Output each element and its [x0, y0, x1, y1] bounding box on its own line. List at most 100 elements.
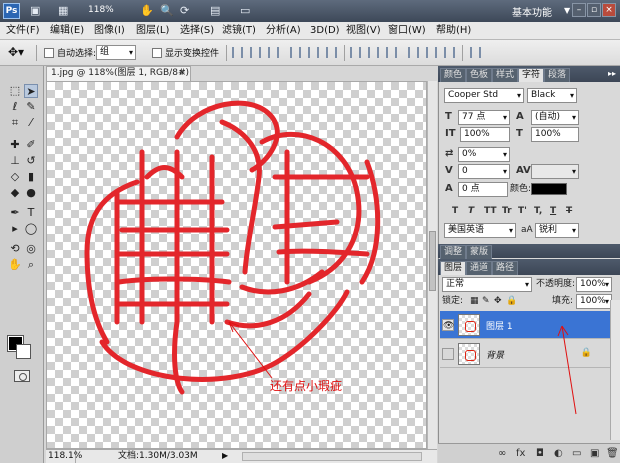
antialias-select[interactable]: 锐利 [535, 223, 579, 238]
crop-tool-icon[interactable]: ⌗ [8, 116, 22, 130]
opacity-field[interactable]: 100% [576, 277, 612, 292]
baseline-shift-field[interactable]: 0 点 [458, 182, 508, 197]
3d-orbit-tool-icon[interactable]: ◎ [24, 242, 38, 256]
distribute-top-icon[interactable] [350, 47, 361, 58]
kerning-field[interactable]: 0 [458, 164, 510, 179]
clone-stamp-tool-icon[interactable]: ⊥ [8, 154, 22, 168]
lock-image-icon[interactable]: ✎ [482, 294, 490, 308]
document-close-icon[interactable]: × [178, 67, 186, 80]
tab-paths[interactable]: 路径 [492, 261, 519, 275]
shape-tool-icon[interactable]: ◯ [24, 222, 38, 236]
fill-field[interactable]: 100% [576, 294, 612, 309]
workspace-dropdown-icon[interactable]: ▼ [564, 6, 570, 15]
lock-position-icon[interactable]: ✥ [494, 294, 502, 308]
align-bottom-icon[interactable] [268, 47, 279, 58]
eyedropper-tool-icon[interactable]: ⁄ [24, 116, 38, 130]
tab-styles[interactable]: 样式 [492, 68, 519, 82]
vertical-scale-field[interactable]: 100% [460, 127, 510, 142]
maximize-button[interactable]: ▫ [587, 3, 601, 17]
menu-filter[interactable]: 滤镜(T) [222, 24, 256, 38]
adjustment-layer-icon[interactable]: ◐ [554, 448, 563, 459]
tab-color[interactable]: 颜色 [440, 68, 467, 82]
move-tool-icon[interactable]: ➤ [24, 84, 38, 98]
quick-mask-icon[interactable] [14, 370, 30, 382]
tab-masks[interactable]: 蒙版 [466, 245, 493, 259]
type-tool-icon[interactable]: T [24, 206, 38, 220]
small-caps-button[interactable]: Tr [502, 206, 512, 216]
layers-scrollbar[interactable] [610, 300, 620, 440]
document-tab[interactable]: 1.jpg @ 118%(图层 1, RGB/8#) * × [46, 66, 191, 91]
align-hcenter-icon[interactable] [308, 47, 319, 58]
canvas[interactable] [46, 81, 427, 449]
layer-style-icon[interactable]: fx [516, 448, 525, 459]
tab-layers[interactable]: 图层 [440, 261, 467, 275]
font-size-field[interactable]: 77 点 [458, 110, 510, 125]
font-family-select[interactable]: Cooper Std [444, 88, 524, 103]
language-select[interactable]: 美国英语 [444, 223, 516, 238]
history-brush-tool-icon[interactable]: ↺ [24, 154, 38, 168]
status-zoom[interactable]: 118.1% [46, 450, 82, 463]
add-mask-icon[interactable]: ◘ [536, 448, 544, 459]
menu-image[interactable]: 图像(I) [94, 24, 125, 38]
visibility-eye-icon[interactable]: 👁 [442, 319, 454, 331]
panel-collapse-icon[interactable]: ▸▸ [608, 69, 616, 78]
menu-select[interactable]: 选择(S) [180, 24, 214, 38]
hand-tool-icon[interactable]: ✋ [8, 258, 22, 272]
lasso-tool-icon[interactable]: ℓ [8, 100, 22, 114]
rotate-view-icon[interactable]: ⟳ [180, 4, 189, 18]
canvas-vertical-scrollbar[interactable] [427, 81, 437, 449]
3d-rotate-tool-icon[interactable]: ⟲ [8, 242, 22, 256]
menu-help[interactable]: 帮助(H) [436, 24, 471, 38]
subscript-button[interactable]: T, [534, 206, 542, 216]
gradient-tool-icon[interactable]: ▮ [24, 170, 38, 184]
new-group-icon[interactable]: ▭ [572, 448, 581, 459]
hand-icon[interactable]: ✋ [140, 4, 154, 18]
faux-italic-button[interactable]: T [468, 206, 474, 216]
scroll-thumb[interactable] [429, 231, 436, 291]
align-vcenter-icon[interactable] [250, 47, 261, 58]
faux-bold-button[interactable]: T [452, 206, 458, 216]
lock-transparent-icon[interactable]: ▦ [470, 294, 479, 308]
pen-tool-icon[interactable]: ✒ [8, 206, 22, 220]
auto-select-checkbox[interactable] [44, 48, 54, 58]
quick-select-tool-icon[interactable]: ✎ [24, 100, 38, 114]
auto-select-dropdown[interactable]: 组 [96, 45, 136, 60]
zoom-icon[interactable]: 🔍 [160, 4, 174, 18]
show-transform-checkbox[interactable] [152, 48, 162, 58]
tab-swatches[interactable]: 色板 [466, 68, 493, 82]
link-layers-icon[interactable]: ∞ [498, 448, 506, 459]
visibility-eye-icon[interactable] [442, 348, 454, 360]
dodge-tool-icon[interactable]: ● [24, 186, 38, 200]
align-top-icon[interactable] [232, 47, 243, 58]
distribute-left-icon[interactable] [408, 47, 419, 58]
new-layer-icon[interactable]: ▣ [590, 448, 599, 459]
blend-mode-select[interactable]: 正常 [442, 277, 532, 292]
minimize-button[interactable]: – [572, 3, 586, 17]
background-color-swatch[interactable] [16, 344, 31, 359]
align-left-icon[interactable] [290, 47, 301, 58]
move-tool-preset-icon[interactable]: ✥▾ [8, 45, 24, 59]
horizontal-scale-field[interactable]: 100% [531, 127, 579, 142]
lock-all-icon[interactable]: 🔒 [506, 294, 517, 308]
menu-layer[interactable]: 图层(L) [136, 24, 169, 38]
tab-paragraph[interactable]: 段落 [544, 68, 571, 82]
distribute-hcenter-icon[interactable] [426, 47, 437, 58]
align-right-icon[interactable] [326, 47, 337, 58]
tab-character[interactable]: 字符 [518, 68, 545, 82]
arrange-documents-icon[interactable]: ▤ [210, 4, 220, 18]
leading-field[interactable]: (自动) [531, 110, 579, 125]
canvas-horizontal-scrollbar[interactable] [242, 452, 422, 461]
superscript-button[interactable]: T' [518, 206, 527, 216]
delete-layer-icon[interactable]: 🗑 [606, 448, 619, 459]
auto-align-layers-icon[interactable] [470, 47, 481, 58]
tab-channels[interactable]: 通道 [466, 261, 493, 275]
menu-edit[interactable]: 编辑(E) [50, 24, 84, 38]
menu-window[interactable]: 窗口(W) [388, 24, 426, 38]
eraser-tool-icon[interactable]: ◇ [8, 170, 22, 184]
strikethrough-button[interactable]: T [566, 206, 572, 216]
status-menu-arrow-icon[interactable]: ▶ [222, 450, 228, 462]
menu-view[interactable]: 视图(V) [346, 24, 381, 38]
menu-file[interactable]: 文件(F) [6, 24, 40, 38]
tracking-amount-field[interactable] [531, 164, 579, 179]
tracking-field[interactable]: 0% [458, 147, 510, 162]
